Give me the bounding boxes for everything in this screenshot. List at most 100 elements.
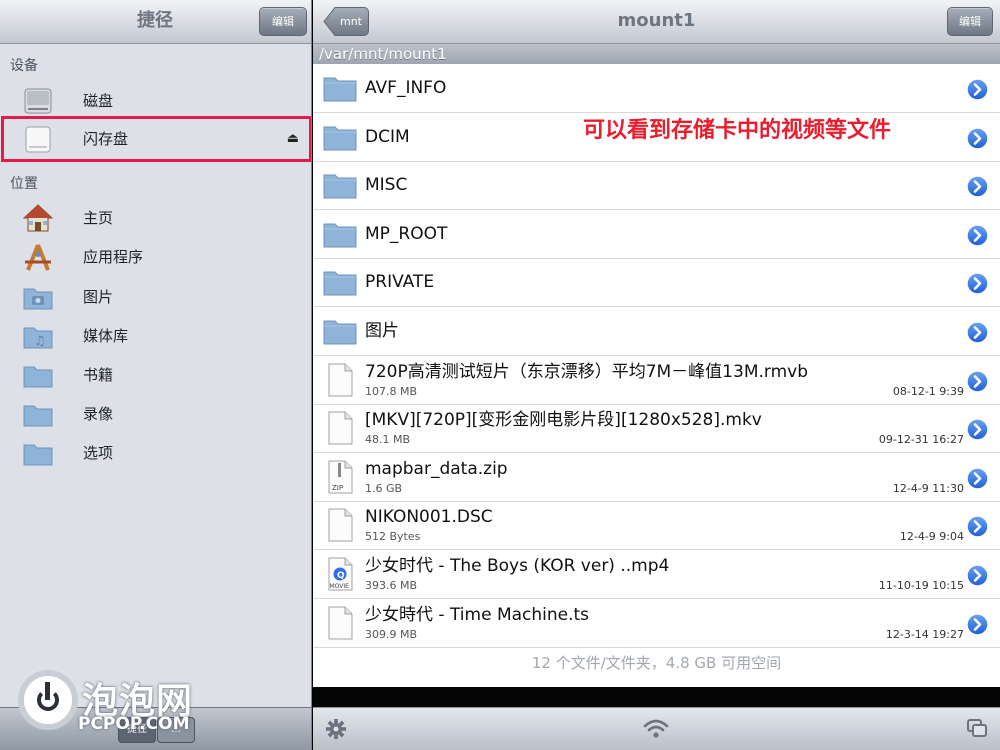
file-size: 107.8 MB — [365, 384, 418, 398]
file-row[interactable]: [MKV][720P][变形金刚电影片段][1280x528].mkv 48.1 … — [313, 404, 1000, 454]
sidebar-item-label: 应用程序 — [83, 248, 144, 266]
divider-band — [313, 687, 1000, 707]
disclosure-button-icon[interactable] — [966, 467, 989, 490]
main-navbar: mnt mount1 编辑 — [313, 0, 1000, 44]
document-icon — [328, 411, 353, 445]
main-edit-button[interactable]: 编辑 — [947, 7, 993, 36]
file-row[interactable]: 720P高清测试短片（东京漂移）平均7M－峰值13M.rmvb 107.8 MB 0… — [313, 356, 1000, 405]
document-icon — [328, 363, 353, 397]
folder-icon — [23, 444, 53, 466]
disclosure-button-icon[interactable] — [966, 418, 989, 441]
folder-icon — [323, 271, 357, 296]
power-logo-icon — [18, 670, 78, 730]
folder-row[interactable]: PRIVATE — [313, 258, 1000, 308]
file-list: AVF_INFO DCIM MISC MP_ROOT PRIVATE 图片 720P高清测试… — [313, 64, 1000, 648]
file-name: MISC — [365, 175, 408, 196]
disclosure-button-icon[interactable] — [966, 126, 989, 150]
pictures-folder-icon — [23, 288, 53, 310]
file-date: 09-12-31 16:27 — [878, 433, 964, 447]
file-date: 11-10-19 10:15 — [878, 579, 964, 592]
svg-text:♫: ♫ — [34, 334, 46, 349]
highlight-box — [1, 116, 311, 162]
file-row[interactable]: Q MOVIE 少女时代 - The Boys (KOR ver) ..mp4 393… — [313, 550, 1000, 599]
disclosure-button-icon[interactable] — [966, 78, 989, 101]
storage-summary: 12 个文件/文件夹，4.8 GB 可用空间 — [531, 654, 782, 672]
folder-row[interactable]: MP_ROOT — [313, 210, 1000, 259]
zip-file-icon: ZIP — [328, 460, 353, 494]
disclosure-button-icon[interactable] — [966, 369, 989, 393]
file-date: 12-4-9 11:30 — [892, 481, 964, 495]
section-header-locations: 位置 — [10, 176, 38, 192]
main-title: mount1 — [617, 10, 696, 31]
folder-icon — [323, 174, 357, 199]
sidebar-item-options[interactable]: 选项 — [0, 434, 311, 473]
file-name: 图片 — [365, 321, 399, 341]
folder-icon — [323, 223, 357, 248]
file-name: AVF_INFO — [365, 78, 447, 98]
file-row[interactable]: ZIP mapbar_data.zip 1.6 GB 12-4-9 11:30 — [313, 453, 1000, 502]
file-name: 少女時代 - Time Machine.ts — [365, 604, 590, 625]
disclosure-button-icon[interactable] — [966, 564, 989, 587]
document-icon — [328, 606, 353, 640]
file-size: 512 Bytes — [365, 530, 421, 544]
file-size: 309.9 MB — [365, 627, 418, 641]
folder-icon — [323, 126, 357, 151]
sidebar-item-media-library[interactable]: ♫ 媒体库 — [0, 317, 311, 356]
folder-icon — [323, 320, 357, 345]
path-bar: /var/mnt/mount1 — [313, 44, 1000, 64]
sidebar-item-applications[interactable]: 应用程序 — [0, 238, 311, 277]
disclosure-button-icon[interactable] — [966, 321, 989, 344]
sidebar-item-label: 主页 — [83, 209, 114, 227]
svg-text:ZIP: ZIP — [332, 484, 343, 492]
file-name: NIKON001.DSC — [365, 507, 493, 528]
watermark: 泡泡网 PCPOP.COM — [18, 670, 208, 748]
back-button[interactable]: mnt — [323, 7, 369, 36]
file-row[interactable]: NIKON001.DSC 512 Bytes 12-4-9 9:04 — [313, 501, 1000, 551]
sidebar-item-label: 选项 — [83, 444, 114, 462]
folder-row[interactable]: 图片 — [313, 307, 1000, 356]
sidebar-item-home[interactable]: 主页 — [0, 199, 311, 238]
section-header-devices: 设备 — [10, 58, 38, 74]
sidebar-item-recordings[interactable]: 录像 — [0, 395, 311, 434]
back-button-label: mnt — [340, 15, 362, 28]
file-size: 48.1 MB — [365, 433, 411, 447]
sidebar-item-label: 书籍 — [83, 366, 114, 384]
movie-file-icon: Q MOVIE — [328, 557, 353, 591]
folder-icon — [323, 77, 357, 102]
sidebar-edit-button[interactable]: 编辑 — [259, 7, 307, 36]
file-date: 12-4-9 9:04 — [899, 530, 964, 544]
wifi-icon[interactable] — [643, 717, 669, 741]
sidebar-item-label: 媒体库 — [83, 327, 129, 345]
disclosure-button-icon[interactable] — [966, 515, 989, 539]
file-name: 720P高清测试短片（东京漂移）平均7M－峰值13M.rmvb — [365, 361, 808, 382]
music-folder-icon: ♫ — [23, 327, 53, 349]
gear-icon[interactable] — [323, 717, 349, 741]
file-name: PRIVATE — [365, 272, 435, 293]
annotation-text: 可以看到存储卡中的视频等文件 — [583, 118, 892, 143]
disclosure-button-icon[interactable] — [966, 272, 989, 296]
watermark-en: PCPOP.COM — [78, 714, 190, 734]
folder-row[interactable]: MISC — [313, 161, 1000, 211]
disclosure-button-icon[interactable] — [966, 175, 989, 198]
sidebar-item-pictures[interactable]: 图片 — [0, 278, 311, 317]
file-name: [MKV][720P][变形金刚电影片段][1280x528].mkv — [365, 410, 762, 431]
main-panel: mnt mount1 编辑 /var/mnt/mount1 AVF_INFO DC… — [313, 0, 1000, 750]
file-date: 08-12-1 9:39 — [892, 384, 964, 398]
disclosure-button-icon[interactable] — [966, 224, 989, 247]
file-name: MP_ROOT — [365, 223, 448, 244]
folder-row[interactable]: AVF_INFO — [313, 64, 1000, 113]
folder-icon — [23, 366, 53, 388]
svg-text:Q: Q — [337, 571, 345, 581]
svg-text:MOVIE: MOVIE — [330, 583, 350, 590]
sidebar-title: 捷径 — [137, 10, 173, 31]
sidebar-item-label: 图片 — [83, 288, 114, 306]
file-size: 1.6 GB — [365, 481, 403, 495]
file-row[interactable]: 少女時代 - Time Machine.ts 309.9 MB 12-3-14 19… — [313, 599, 1000, 648]
windows-icon[interactable] — [965, 717, 991, 741]
file-name: DCIM — [365, 126, 410, 147]
folder-icon — [23, 405, 53, 427]
main-bottom-toolbar — [313, 707, 1000, 750]
home-icon — [22, 204, 54, 232]
sidebar-item-books[interactable]: 书籍 — [0, 356, 311, 395]
disclosure-button-icon[interactable] — [966, 612, 989, 636]
